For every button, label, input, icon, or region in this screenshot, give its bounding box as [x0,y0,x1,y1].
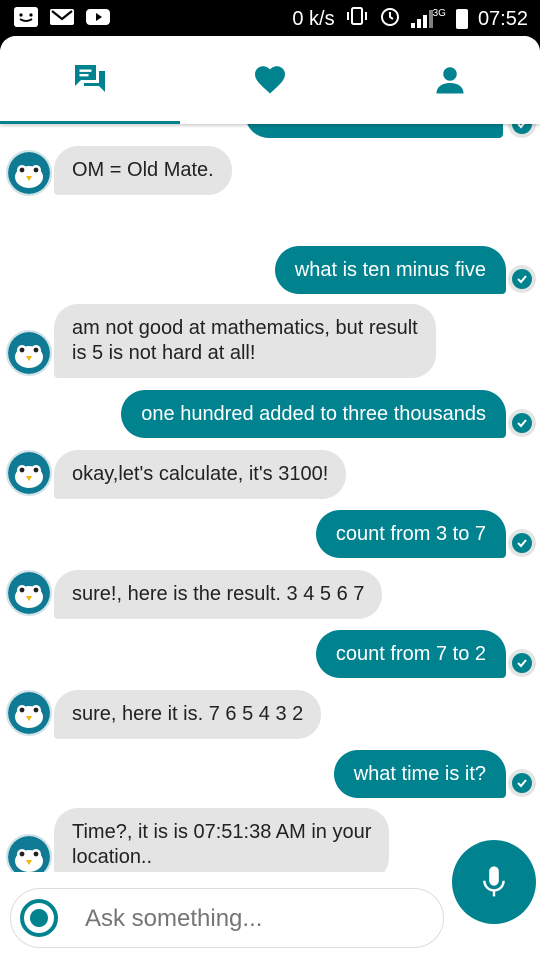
message-bubble-user: what is ten minus five [274,246,506,294]
message-bubble-user: what time is it? [333,750,506,798]
read-check-icon [508,409,536,437]
read-check-icon [508,769,536,797]
bot-avatar [6,570,52,616]
message-bubble-bot: OM = Old Mate. [54,146,232,195]
mic-button[interactable] [452,840,536,924]
assistant-target-icon[interactable] [19,898,59,938]
notification-icons [14,7,110,32]
gmail-icon [50,7,74,32]
message-bubble-bot: sure, here it is. 7 6 5 4 3 2 [54,690,322,739]
tab-profile[interactable] [360,36,540,124]
clock: 07:52 [477,7,528,30]
chat-app: OM = Old Mate. what is ten minus five am… [0,36,540,960]
tab-chat[interactable] [0,36,180,124]
system-indicators: 0 k/s 3G 07:52 [292,5,528,33]
tab-favorites[interactable] [180,36,360,124]
bot-avatar [6,834,52,872]
vibrate-icon [345,6,369,32]
message-bubble-user-partial [245,124,503,138]
message-bubble-bot: Time?, it is is 07:51:38 AM in your loca… [54,808,390,872]
chat-icon [75,65,105,92]
status-bar: 0 k/s 3G 07:52 [0,0,540,36]
microphone-icon [483,866,505,897]
message-list[interactable]: OM = Old Mate. what is ten minus five am… [0,124,540,872]
read-check-icon [508,649,536,677]
message-bubble-bot: sure!, here is the result. 3 4 5 6 7 [54,570,383,619]
bot-avatar [6,330,52,376]
message-bubble-bot: am not good at mathematics, but result i… [54,304,436,378]
message-bubble-bot: okay,let's calculate, it's 3100! [54,450,347,499]
read-check-icon [508,124,536,138]
bot-avatar [6,150,52,196]
signal-icon [410,10,437,28]
bot-avatar [6,690,52,736]
read-check-icon [508,529,536,557]
active-tab-indicator [0,121,180,124]
tab-bar [0,36,540,124]
alarm-icon [379,5,401,33]
ask-input[interactable] [83,889,427,949]
youtube-icon [86,7,110,32]
network-speed: 0 k/s [292,7,335,30]
ask-input-container[interactable] [10,888,444,949]
read-check-icon [508,265,536,293]
person-icon [436,67,464,94]
battery-icon [455,9,468,29]
message-bubble-user: count from 7 to 2 [315,630,506,678]
message-bubble-user: count from 3 to 7 [315,510,506,558]
bot-avatar [6,450,52,496]
message-bubble-user: one hundred added to three thousands [121,390,506,438]
sms-icon [14,7,38,27]
heart-icon [255,66,285,94]
